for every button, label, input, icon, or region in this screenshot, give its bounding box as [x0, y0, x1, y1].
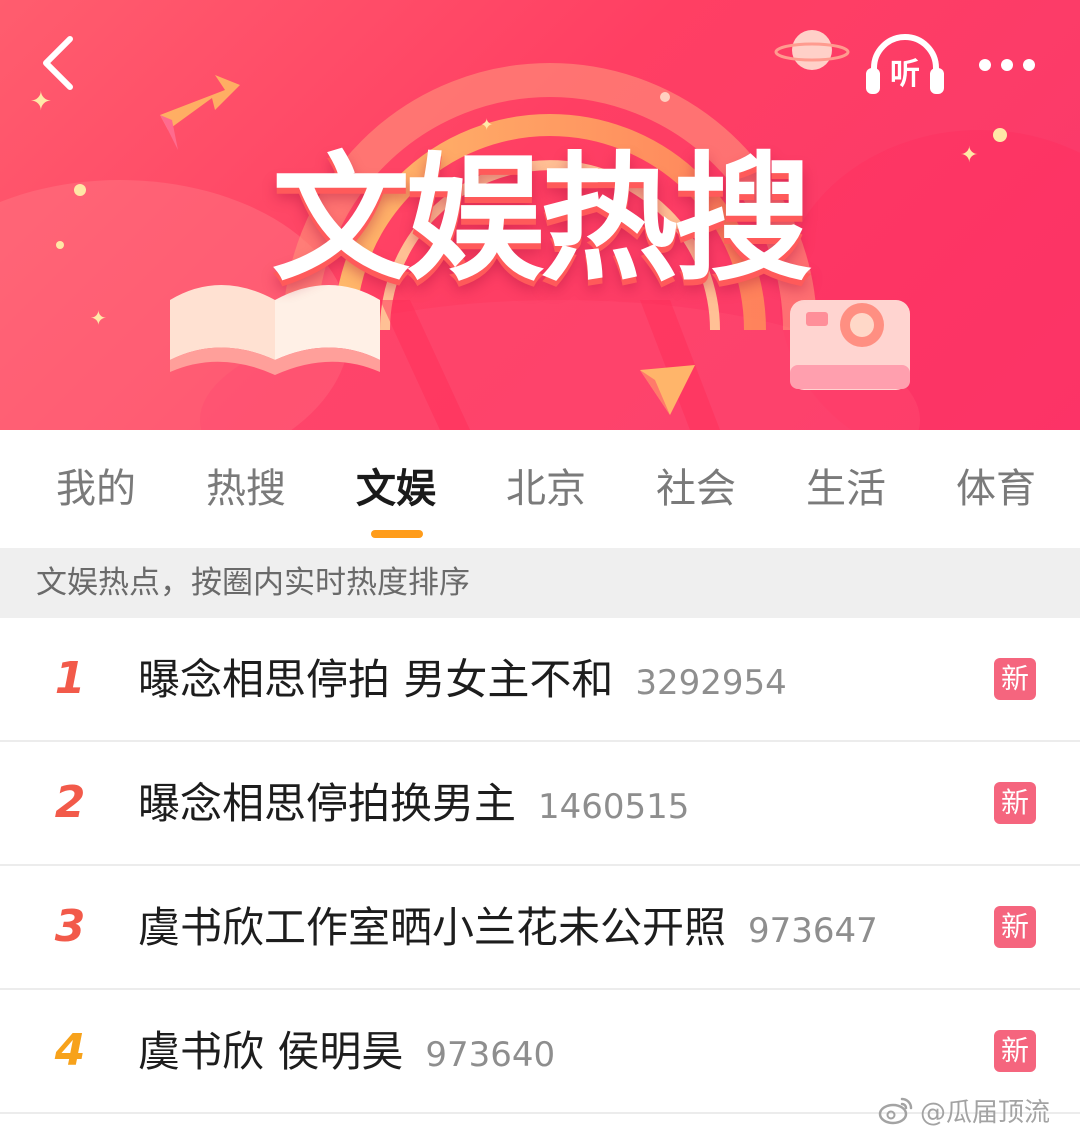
- topic-title[interactable]: 虞书欣工作室晒小兰花未公开照: [138, 903, 726, 952]
- svg-text:✦: ✦: [90, 306, 107, 330]
- listen-button[interactable]: 听: [862, 28, 948, 102]
- watermark-text: @瓜届顶流: [920, 1097, 1051, 1128]
- header-banner: ✦ ✦ ✦ ✦ 文娱热搜 听: [0, 0, 1080, 430]
- tab-life[interactable]: 生活: [771, 460, 921, 518]
- hot-search-list: 1 曝念相思停拍 男女主不和 3292954 新 2 曝念相思停拍换男主 14605…: [0, 618, 1080, 1114]
- back-arrow-icon: [43, 36, 73, 90]
- active-tab-indicator: [371, 530, 423, 538]
- topic-title[interactable]: 虞书欣 侯明昊: [138, 1027, 403, 1076]
- heat-count: 973647: [748, 911, 878, 951]
- more-dots-icon: [979, 59, 1035, 71]
- topic-title[interactable]: 曝念相思停拍换男主: [138, 779, 516, 828]
- list-item-text: 曝念相思停拍 男女主不和 3292954: [138, 650, 787, 719]
- listen-label: 听: [890, 57, 920, 92]
- list-item[interactable]: 1 曝念相思停拍 男女主不和 3292954 新: [0, 618, 1080, 742]
- new-badge: 新: [994, 658, 1036, 700]
- headphones-icon: 听: [866, 34, 944, 94]
- tab-hot-search[interactable]: 热搜: [171, 460, 321, 518]
- rank-number: 1: [54, 653, 86, 704]
- tab-entertainment[interactable]: 文娱: [321, 460, 471, 518]
- heat-count: 1460515: [538, 787, 690, 827]
- heat-count: 3292954: [635, 663, 787, 703]
- list-item-text: 虞书欣工作室晒小兰花未公开照 973647: [138, 898, 878, 967]
- tab-sports[interactable]: 体育: [921, 460, 1071, 518]
- weibo-logo-icon: [878, 1097, 913, 1125]
- rank-number: 3: [54, 901, 86, 952]
- watermark: @瓜届顶流: [878, 1090, 1050, 1130]
- new-badge: 新: [994, 1030, 1036, 1072]
- new-badge: 新: [994, 782, 1036, 824]
- rank-number: 2: [54, 777, 86, 828]
- tab-mine[interactable]: 我的: [21, 460, 171, 518]
- svg-text:✦: ✦: [960, 143, 978, 168]
- topic-title[interactable]: 曝念相思停拍 男女主不和: [138, 655, 613, 704]
- tab-society[interactable]: 社会: [621, 460, 771, 518]
- banner-title: 文娱热搜: [271, 139, 812, 300]
- section-description: 文娱热点，按圈内实时热度排序: [0, 548, 1080, 618]
- back-button[interactable]: [28, 28, 88, 98]
- list-item[interactable]: 2 曝念相思停拍换男主 1460515 新: [0, 742, 1080, 866]
- svg-text:✦: ✦: [480, 115, 493, 134]
- new-badge: 新: [994, 906, 1036, 948]
- heat-count: 973640: [425, 1035, 556, 1075]
- category-tabs: 我的 热搜 文娱 北京 社会 生活 体育: [0, 430, 1080, 548]
- more-button[interactable]: [972, 40, 1042, 90]
- rank-number: 4: [54, 1025, 86, 1076]
- list-item-text: 虞书欣 侯明昊 973640: [138, 1022, 555, 1091]
- list-item[interactable]: 3 虞书欣工作室晒小兰花未公开照 973647 新: [0, 866, 1080, 990]
- list-item-text: 曝念相思停拍换男主 1460515: [138, 774, 689, 843]
- tab-beijing[interactable]: 北京: [471, 460, 621, 518]
